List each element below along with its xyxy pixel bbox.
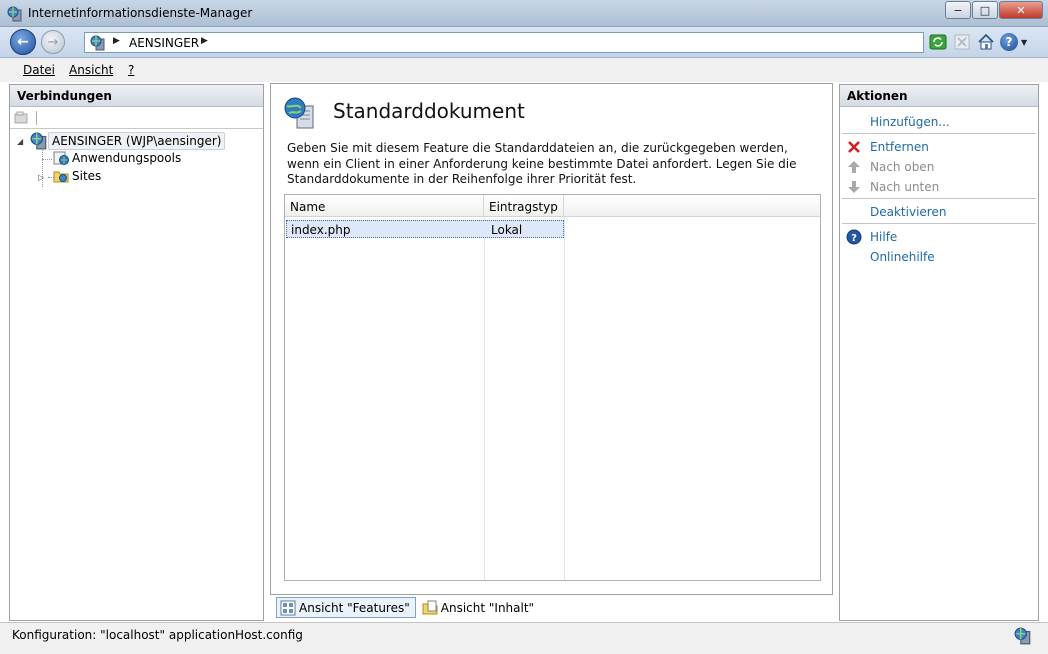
tree-line xyxy=(42,159,52,160)
cell-type: Lokal xyxy=(491,223,523,237)
menu-help[interactable]: ? xyxy=(128,63,134,77)
list-item[interactable]: index.php Lokal xyxy=(286,220,564,238)
connections-panel: Verbindungen ◢ AENSINGER (WJP\aensinger) xyxy=(9,84,264,621)
refresh-button[interactable] xyxy=(928,32,948,52)
tree-label: AENSINGER (WJP\aensinger) xyxy=(48,132,226,150)
default-documents-list: Name Eintragstyp index.php Lokal xyxy=(284,194,821,581)
menu-view[interactable]: Ansicht xyxy=(69,63,113,77)
list-header: Name Eintragstyp xyxy=(285,195,820,217)
action-online-help[interactable]: Onlinehilfe xyxy=(870,250,935,264)
tree-node-server[interactable]: AENSINGER (WJP\aensinger) xyxy=(30,132,226,150)
action-help[interactable]: Hilfe xyxy=(870,230,897,244)
back-button[interactable]: ← xyxy=(10,29,36,55)
window-title: Internetinformationsdienste-Manager xyxy=(28,6,253,20)
column-header-name[interactable]: Name xyxy=(285,195,484,217)
default-document-icon xyxy=(284,97,314,129)
action-move-up[interactable]: Nach oben xyxy=(870,160,934,174)
column-header-type[interactable]: Eintragstyp xyxy=(484,195,564,217)
feature-panel: Standarddokument Geben Sie mit diesem Fe… xyxy=(270,83,833,595)
chevron-right-icon[interactable]: ▶ xyxy=(113,36,120,46)
status-text: Konfiguration: "localhost" applicationHo… xyxy=(12,628,303,642)
minimize-button[interactable]: − xyxy=(945,1,971,19)
divider xyxy=(842,133,1036,134)
action-move-down[interactable]: Nach unten xyxy=(870,180,939,194)
tab-label: Ansicht "Features" xyxy=(299,600,410,615)
svg-text:?: ? xyxy=(851,233,857,244)
tree-label: Sites xyxy=(72,169,102,183)
divider xyxy=(842,198,1036,199)
action-disable[interactable]: Deaktivieren xyxy=(870,205,946,219)
connections-header: Verbindungen xyxy=(10,85,263,107)
app-pool-icon xyxy=(53,151,69,165)
help-icon[interactable]: ? xyxy=(1000,33,1018,51)
actions-panel: Aktionen Hinzufügen... Entfernen Nach ob… xyxy=(839,84,1039,621)
connect-icon[interactable] xyxy=(14,111,28,124)
tab-content-view[interactable]: Ansicht "Inhalt" xyxy=(419,597,539,618)
content-view-icon xyxy=(422,600,438,614)
view-switcher: Ansicht "Features" Ansicht "Inhalt" xyxy=(276,597,542,619)
server-icon xyxy=(30,132,47,150)
actions-header: Aktionen xyxy=(840,85,1038,107)
column-divider xyxy=(564,217,565,580)
tree-node-sites[interactable]: Sites xyxy=(53,168,104,184)
address-bar[interactable]: ▶ AENSINGER ▶ xyxy=(84,32,924,53)
menu-file[interactable]: Datei xyxy=(23,63,55,77)
divider xyxy=(842,223,1036,224)
arrow-down-icon xyxy=(846,179,862,195)
window-controls: − □ ✕ xyxy=(944,1,1043,19)
tab-features-view[interactable]: Ansicht "Features" xyxy=(276,597,416,618)
breadcrumb-server[interactable]: AENSINGER xyxy=(129,36,199,50)
stop-icon xyxy=(954,34,970,50)
column-divider xyxy=(484,217,485,580)
toolbar-separator xyxy=(36,111,37,125)
help-icon: ? xyxy=(846,229,862,245)
connections-toolbar xyxy=(10,107,263,129)
maximize-button[interactable]: □ xyxy=(972,1,998,19)
collapse-icon[interactable]: ◢ xyxy=(17,137,23,146)
forward-button[interactable]: → xyxy=(41,30,65,54)
arrow-up-icon xyxy=(846,159,862,175)
chevron-right-icon[interactable]: ▶ xyxy=(201,36,208,46)
page-title: Standarddokument xyxy=(333,99,525,123)
server-status-icon xyxy=(1014,627,1031,645)
tab-label: Ansicht "Inhalt" xyxy=(440,600,535,615)
iis-app-icon xyxy=(7,6,22,22)
stop-button[interactable] xyxy=(952,32,972,52)
refresh-icon xyxy=(929,34,947,50)
feature-description: Geben Sie mit diesem Feature die Standar… xyxy=(287,141,797,186)
home-icon xyxy=(978,33,994,50)
nav-toolbar: ? ▼ xyxy=(928,32,1027,52)
server-icon xyxy=(90,35,105,51)
title-bar: Internetinformationsdienste-Manager − □ … xyxy=(0,0,1048,27)
features-view-icon xyxy=(280,600,296,615)
home-button[interactable] xyxy=(976,32,996,52)
action-add[interactable]: Hinzufügen... xyxy=(870,115,950,129)
sites-folder-icon xyxy=(53,171,69,183)
navigation-bar: ← → ▶ AENSINGER ▶ ? ▼ xyxy=(0,27,1048,58)
action-remove[interactable]: Entfernen xyxy=(870,140,929,154)
menu-bar: Datei Ansicht ? xyxy=(0,58,1048,82)
expand-icon[interactable]: ▷ xyxy=(38,173,44,182)
remove-icon xyxy=(846,139,862,155)
cell-name: index.php xyxy=(291,223,351,237)
close-button[interactable]: ✕ xyxy=(999,1,1043,19)
status-bar: Konfiguration: "localhost" applicationHo… xyxy=(0,622,1048,654)
tree-label: Anwendungspools xyxy=(72,151,182,165)
tree-node-app-pools[interactable]: Anwendungspools xyxy=(53,150,184,166)
chevron-down-icon[interactable]: ▼ xyxy=(1021,38,1027,47)
